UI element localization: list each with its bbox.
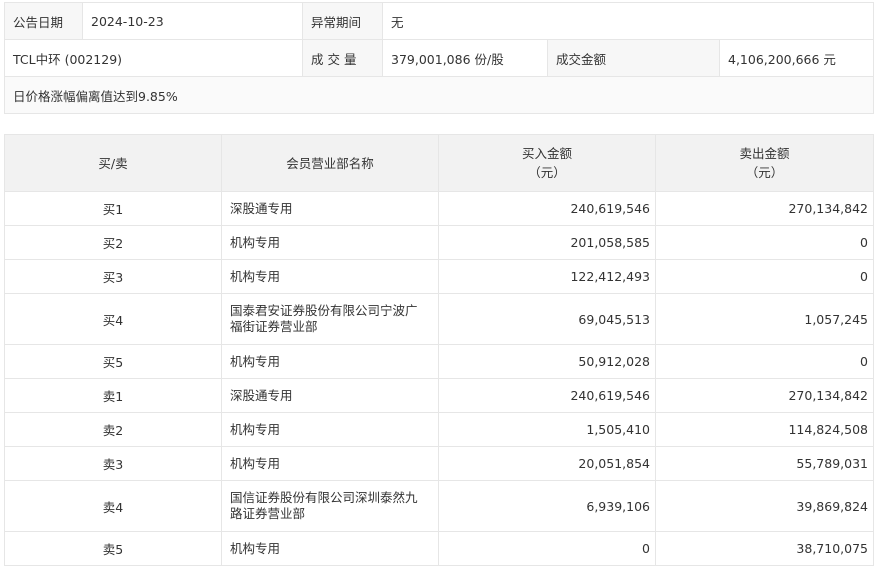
announcement-date-value: 2024-10-23 <box>82 2 303 40</box>
volume-label: 成 交 量 <box>302 39 383 77</box>
row-sell: 0 <box>655 259 874 294</box>
row-side: 卖2 <box>4 412 222 447</box>
row-member: 深股通专用 <box>221 378 439 413</box>
table-row: 卖4 国信证券股份有限公司深圳泰然九路证券营业部 6,939,106 39,86… <box>4 480 874 532</box>
row-side: 买1 <box>4 191 222 226</box>
row-sell: 270,134,842 <box>655 191 874 226</box>
amount-value: 4,106,200,666 元 <box>718 39 875 77</box>
row-sell: 0 <box>655 225 874 260</box>
header-sell-label: 卖出金额 <box>739 146 790 161</box>
row-side: 卖3 <box>4 446 222 481</box>
row-buy: 122,412,493 <box>438 259 656 294</box>
header-member: 会员营业部名称 <box>221 134 439 192</box>
row-sell: 39,869,824 <box>655 480 874 532</box>
row-side: 卖1 <box>4 378 222 413</box>
table-row: 买1 深股通专用 240,619,546 270,134,842 <box>4 191 874 226</box>
table-row: 卖3 机构专用 20,051,854 55,789,031 <box>4 446 874 481</box>
row-sell: 114,824,508 <box>655 412 874 447</box>
row-side: 卖4 <box>4 480 222 532</box>
row-buy: 240,619,546 <box>438 191 656 226</box>
header-buy-unit: （元） <box>528 165 566 180</box>
announcement-date-label: 公告日期 <box>4 2 83 40</box>
row-side: 卖5 <box>4 531 222 566</box>
row-member: 机构专用 <box>221 344 439 379</box>
table-row: 买2 机构专用 201,058,585 0 <box>4 225 874 260</box>
table-row: 卖2 机构专用 1,505,410 114,824,508 <box>4 412 874 447</box>
table-header-row: 买/卖 会员营业部名称 买入金额 （元） 卖出金额 （元） <box>4 134 874 192</box>
row-sell: 55,789,031 <box>655 446 874 481</box>
row-buy: 240,619,546 <box>438 378 656 413</box>
header-buy-amount: 买入金额 （元） <box>438 134 656 192</box>
abnormal-period-value: 无 <box>381 2 875 40</box>
table-row: 卖5 机构专用 0 38,710,075 <box>4 531 874 566</box>
table-row: 买5 机构专用 50,912,028 0 <box>4 344 874 379</box>
header-side: 买/卖 <box>4 134 222 192</box>
row-side: 买4 <box>4 293 222 345</box>
table-row: 卖1 深股通专用 240,619,546 270,134,842 <box>4 378 874 413</box>
row-buy: 69,045,513 <box>438 293 656 345</box>
info-row-date: 公告日期 2024-10-23 异常期间 无 <box>4 2 875 40</box>
row-sell: 1,057,245 <box>655 293 874 345</box>
row-side: 买2 <box>4 225 222 260</box>
row-buy: 6,939,106 <box>438 480 656 532</box>
row-member: 机构专用 <box>221 531 439 566</box>
info-row-reason: 日价格涨幅偏离值达到9.85% <box>3 76 875 114</box>
header-buy-label: 买入金额 <box>521 146 572 161</box>
volume-value: 379,001,086 份/股 <box>382 39 548 77</box>
row-buy: 20,051,854 <box>438 446 656 481</box>
row-buy: 0 <box>438 531 656 566</box>
row-buy: 1,505,410 <box>438 412 656 447</box>
row-member: 机构专用 <box>221 446 439 481</box>
info-row-trading: TCL中环 (002129) 成 交 量 379,001,086 份/股 成交金… <box>4 39 875 77</box>
table-row: 买3 机构专用 122,412,493 0 <box>4 259 874 294</box>
table-row: 买4 国泰君安证券股份有限公司宁波广福街证券营业部 69,045,513 1,0… <box>4 293 874 345</box>
stock-name: TCL中环 (002129) <box>4 39 303 77</box>
row-buy: 201,058,585 <box>438 225 656 260</box>
row-sell: 38,710,075 <box>655 531 874 566</box>
row-member: 机构专用 <box>221 225 439 260</box>
row-member: 机构专用 <box>221 412 439 447</box>
row-sell: 270,134,842 <box>655 378 874 413</box>
row-side: 买5 <box>4 344 222 379</box>
header-sell-unit: （元） <box>745 165 784 180</box>
row-member: 机构专用 <box>221 259 439 294</box>
abnormal-reason: 日价格涨幅偏离值达到9.85% <box>3 76 875 114</box>
amount-label: 成交金额 <box>547 39 720 77</box>
abnormal-period-label: 异常期间 <box>302 2 383 40</box>
header-sell-amount: 卖出金额 （元） <box>655 134 874 192</box>
row-member: 国信证券股份有限公司深圳泰然九路证券营业部 <box>221 480 439 532</box>
row-member: 深股通专用 <box>221 191 439 226</box>
broker-trading-table: 买/卖 会员营业部名称 买入金额 （元） 卖出金额 （元） 买1 深股通专用 240… <box>4 134 874 566</box>
row-buy: 50,912,028 <box>438 344 656 379</box>
row-member: 国泰君安证券股份有限公司宁波广福街证券营业部 <box>221 293 439 345</box>
row-side: 买3 <box>4 259 222 294</box>
stock-info-table: 公告日期 2024-10-23 异常期间 无 TCL中环 (002129) 成 … <box>3 2 875 114</box>
row-sell: 0 <box>655 344 874 379</box>
